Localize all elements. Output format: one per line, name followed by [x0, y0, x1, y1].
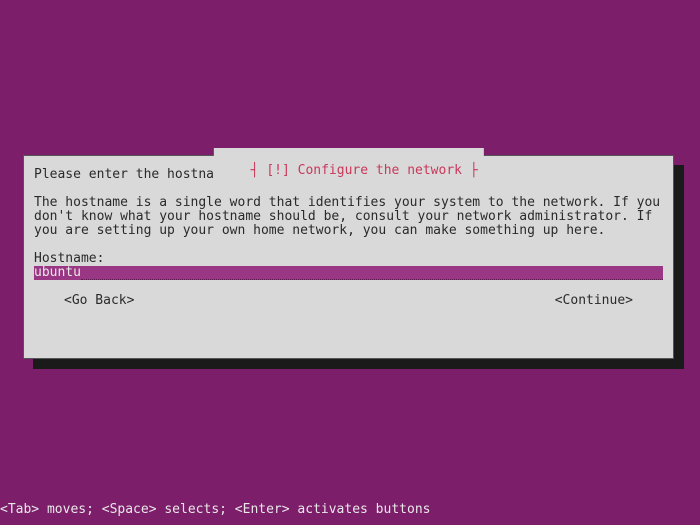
description-text: The hostname is a single word that ident… — [34, 196, 663, 238]
spacer — [34, 238, 663, 252]
hostname-input[interactable]: ubuntu — [34, 266, 663, 280]
go-back-button[interactable]: <Go Back> — [64, 294, 134, 308]
button-row: <Go Back> <Continue> — [34, 294, 663, 308]
continue-button[interactable]: <Continue> — [555, 294, 633, 308]
footer-help: <Tab> moves; <Space> selects; <Enter> ac… — [0, 502, 430, 517]
title-bracket-right: ├ — [462, 163, 478, 178]
dialog-title: ┤ [!] Configure the network ├ — [213, 148, 483, 193]
configure-network-dialog: ┤ [!] Configure the network ├ Please ent… — [23, 155, 674, 359]
hostname-label: Hostname: — [34, 252, 663, 266]
title-text: [!] Configure the network — [266, 163, 462, 178]
hostname-value[interactable]: ubuntu — [34, 266, 81, 280]
title-bracket-left: ┤ — [251, 163, 267, 178]
hostname-input-fill[interactable] — [81, 266, 663, 280]
